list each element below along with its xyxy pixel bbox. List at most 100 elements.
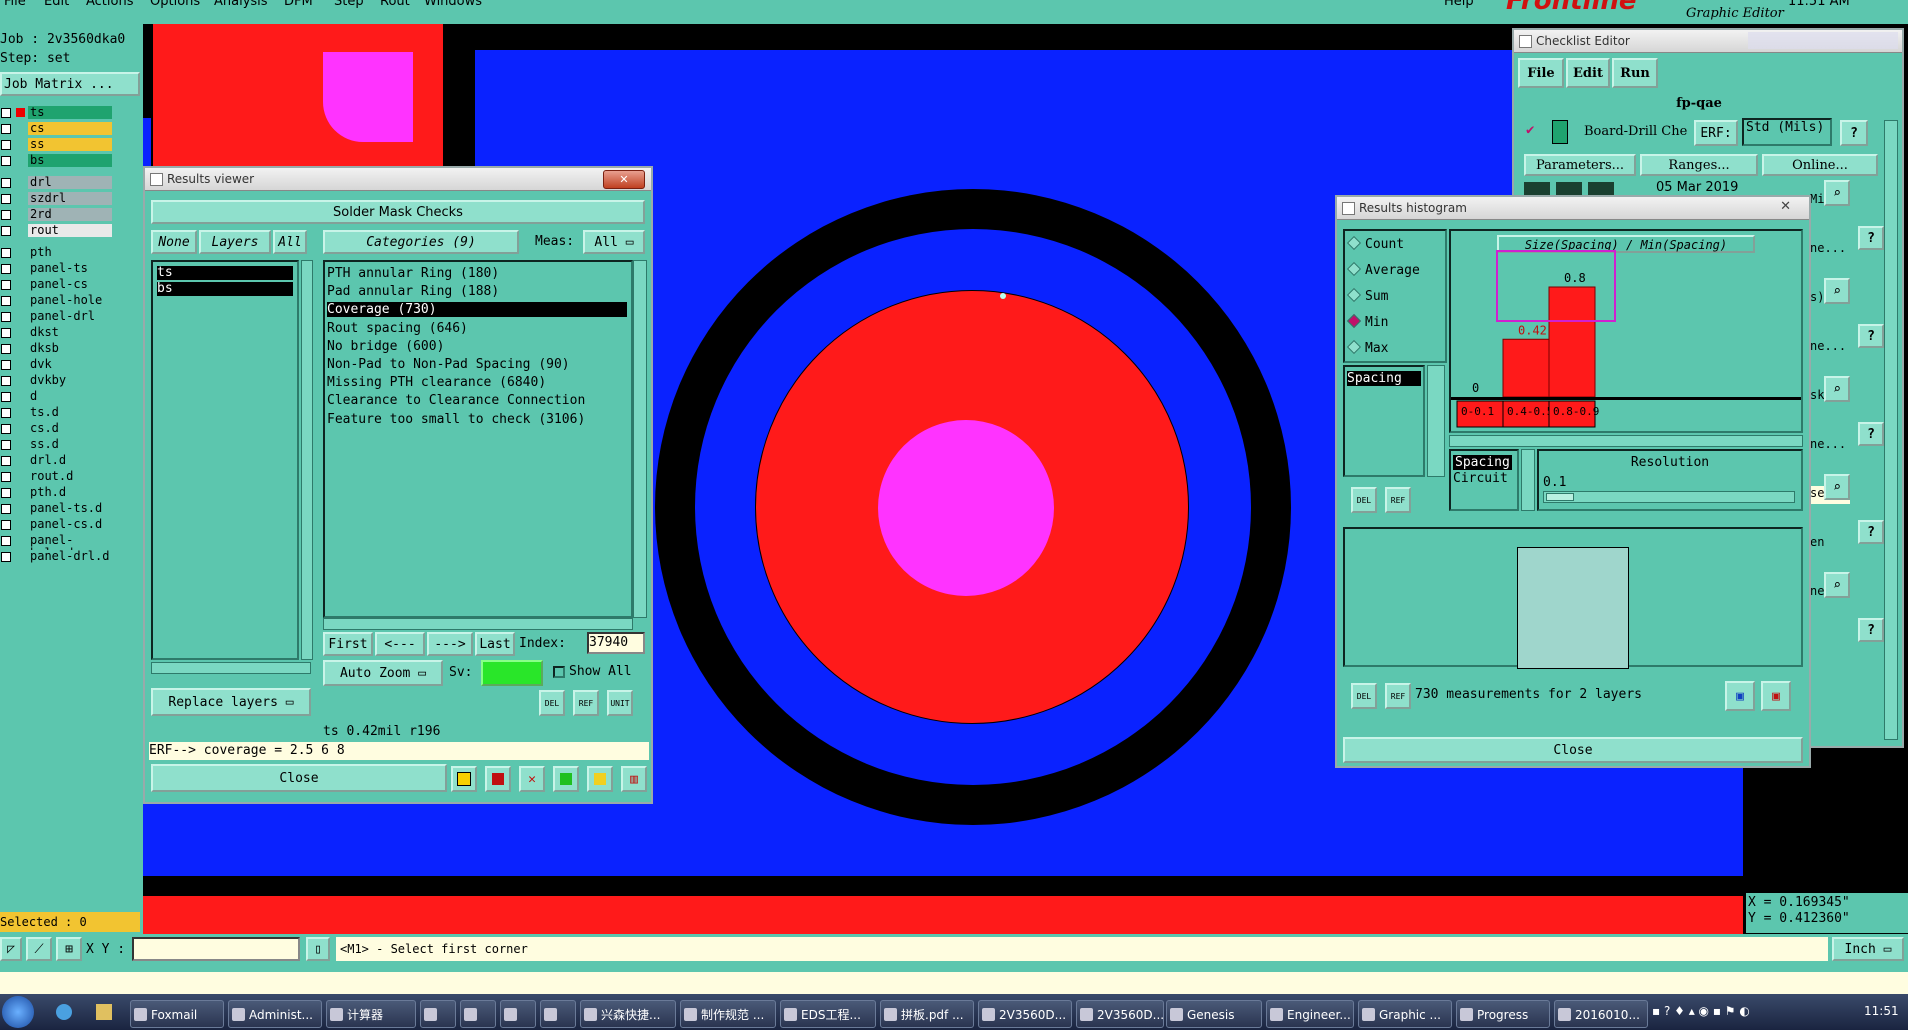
layer-checkbox[interactable] [1,376,11,386]
layer-checkbox[interactable] [1,296,11,306]
layer-row-panel-drl-d[interactable]: panel-drl.d [0,550,112,564]
layers-button[interactable]: Layers [199,230,271,254]
layer-list-scrollbar[interactable] [301,260,313,660]
layer-row-panel-hole-d[interactable]: panel-hole.d [0,534,112,560]
layer-row-panel-cs[interactable]: panel-cs [0,278,112,292]
checklist-side-fragment[interactable]: ne... [1810,437,1850,455]
layer-row-bs[interactable]: bs [0,154,112,168]
taskbar-button[interactable]: Progress [1456,1000,1550,1028]
option-min[interactable]: Min [1346,313,1388,331]
menu-actions[interactable]: Actions [86,0,134,9]
histogram-hscroll[interactable] [1449,435,1803,447]
layer-row-panel-ts[interactable]: panel-ts [0,262,112,276]
layer-row-panel-ts-d[interactable]: panel-ts.d [0,502,112,516]
layer-row-2rd[interactable]: 2rd [0,208,112,222]
categories-scrollbar[interactable] [633,260,647,618]
layer-name[interactable]: panel-hole [28,294,112,307]
categories-list[interactable]: PTH annular Ring (180) Pad annular Ring (… [323,260,633,618]
layer-name[interactable]: dksb [28,342,112,355]
prev-button[interactable]: <--- [375,632,425,656]
online-button[interactable]: Online... [1762,154,1878,176]
layer-checkbox[interactable] [1,408,11,418]
menu-file[interactable]: File [4,0,26,9]
erf-help-button[interactable]: ? [1840,120,1868,146]
measure-list[interactable]: Spacing [1343,365,1425,477]
checklist-scrollbar[interactable] [1884,120,1898,740]
layer-name[interactable]: bs [28,154,112,167]
layer-name[interactable]: pth [28,246,112,259]
tool-icon-3[interactable]: ✕ [519,766,545,792]
layer-row-dksb[interactable]: dksb [0,342,112,356]
menu-options[interactable]: Options [150,0,200,9]
radio-icon[interactable] [1346,287,1362,303]
histogram-bar[interactable] [1502,338,1550,398]
layer-checkbox[interactable] [1,264,11,274]
sv-color-select[interactable] [481,660,543,686]
parameters-button[interactable]: Parameters... [1524,154,1636,176]
layer-item-bs[interactable]: bs [157,282,293,296]
layer-checkbox[interactable] [1,178,11,188]
layer-row-pth-d[interactable]: pth.d [0,486,112,500]
tool-icon-1[interactable] [451,766,477,792]
resolution-list[interactable]: Spacing Circuit [1449,449,1519,511]
measure-list-scrollbar[interactable] [1427,365,1445,477]
help-button[interactable]: ? [1858,226,1884,250]
category-item[interactable]: Clearance to Clearance Connection [327,393,627,408]
magnifier-icon[interactable]: ⌕ [1824,180,1850,206]
layer-checkbox[interactable] [1,108,11,118]
taskbar-button[interactable]: Graphic ... [1358,1000,1452,1028]
layer-name[interactable]: ts.d [28,406,112,419]
category-item[interactable]: Feature too small to check (3106) [327,412,627,427]
category-item[interactable]: Non-Pad to Non-Pad Spacing (90) [327,357,627,372]
layer-list-hscroll[interactable] [151,662,311,674]
layer-name[interactable]: ts [28,106,112,119]
layer-item-ts[interactable]: ts [157,266,293,280]
layer-name[interactable]: ss.d [28,438,112,451]
chart-icon[interactable]: ▥ [621,766,647,792]
checklist-side-fragment[interactable]: ne... [1810,339,1850,357]
layer-name[interactable]: cs.d [28,422,112,435]
option-max[interactable]: Max [1346,339,1388,357]
layer-name[interactable]: cs [28,122,112,135]
magnifier-icon[interactable]: ⌕ [1824,376,1850,402]
layer-checkbox[interactable] [1,456,11,466]
checklist-side-fragment[interactable]: ne... [1810,241,1850,259]
layer-row-ss[interactable]: ss [0,138,112,152]
layer-row-rout-d[interactable]: rout.d [0,470,112,484]
category-item[interactable]: Missing PTH clearance (6840) [327,375,627,390]
layer-name[interactable]: dkst [28,326,112,339]
layer-name[interactable]: szdrl [28,192,112,205]
layer-name[interactable]: dvkby [28,374,112,387]
layer-checkbox[interactable] [1,140,11,150]
first-button[interactable]: First [323,632,373,656]
taskbar-button[interactable]: Engineer... [1266,1000,1354,1028]
layer-name[interactable]: d [28,390,112,403]
window-controls[interactable] [1748,32,1898,49]
resolution-list-scrollbar[interactable] [1521,449,1535,511]
menu-edit[interactable]: Edit [44,0,69,9]
layer-row-ss-d[interactable]: ss.d [0,438,112,452]
grid-icon[interactable]: ⊞ [56,937,82,961]
category-item[interactable]: Coverage (730) [327,302,627,318]
job-matrix-button[interactable]: Job Matrix ... [0,72,140,96]
layer-row-rout[interactable]: rout [0,224,112,238]
layer-row-szdrl[interactable]: szdrl [0,192,112,206]
layer-row-dvk[interactable]: dvk [0,358,112,372]
layer-checkbox[interactable] [1,360,11,370]
resolution-item-circuit[interactable]: Circuit [1453,471,1508,486]
taskbar-button[interactable]: 拼板.pdf ... [880,1000,974,1028]
layer-row-cs-d[interactable]: cs.d [0,422,112,436]
checklist-menu-edit[interactable]: Edit [1566,58,1610,88]
help-button[interactable]: ? [1858,520,1884,544]
layer-checkbox[interactable] [1,156,11,166]
layer-row-ts-d[interactable]: ts.d [0,406,112,420]
replace-layers-select[interactable]: Replace layers ▭ [151,688,311,716]
help-button[interactable]: ? [1858,422,1884,446]
quicklaunch-icon[interactable] [56,1004,72,1020]
units-select[interactable]: Inch ▭ [1832,937,1904,961]
magnifier-icon[interactable]: ⌕ [1824,474,1850,500]
taskbar-button[interactable]: Administ... [228,1000,322,1028]
layer-checkbox[interactable] [1,124,11,134]
histogram-close-button[interactable]: Close [1343,737,1803,763]
layer-name[interactable]: rout [28,224,112,237]
